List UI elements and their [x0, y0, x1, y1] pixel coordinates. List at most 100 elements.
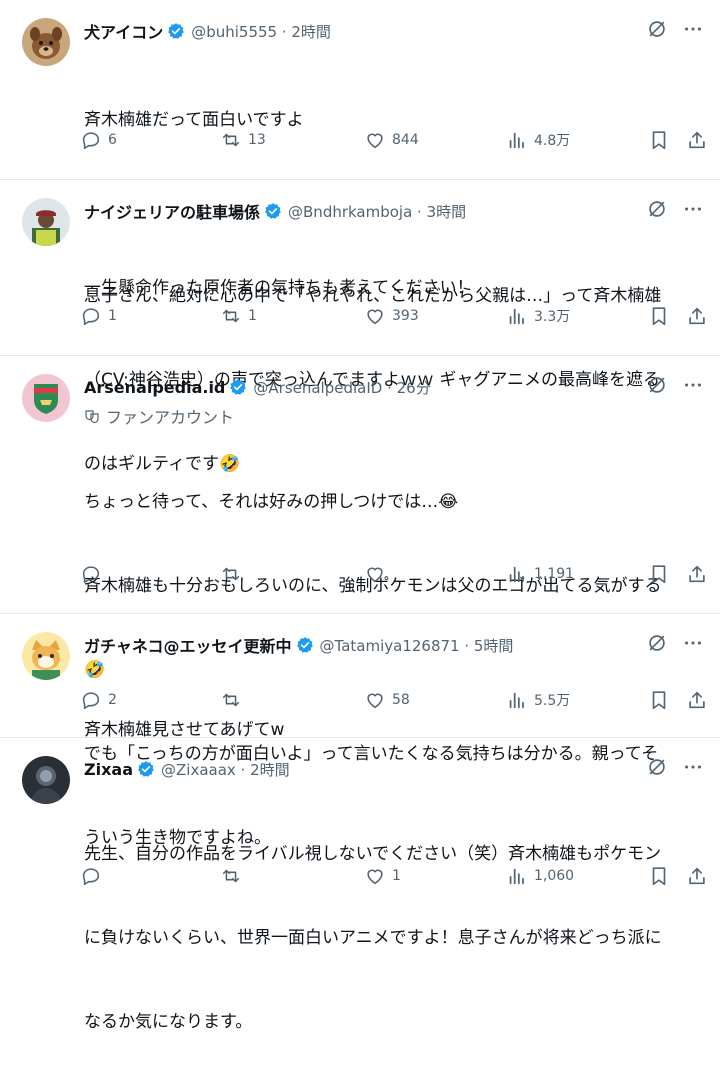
- bookmark-icon: [652, 691, 666, 710]
- reply-icon: [82, 132, 100, 150]
- bookmark-icon: [652, 565, 666, 584]
- bookmark-button[interactable]: [648, 304, 670, 328]
- bookmark-icon: [652, 867, 666, 886]
- reply-button[interactable]: 6: [80, 128, 117, 152]
- bookmark-button[interactable]: [648, 864, 670, 888]
- views-button[interactable]: 1,060: [506, 864, 574, 888]
- fan-account-text: ファンアカウント: [106, 408, 235, 427]
- avatar[interactable]: [22, 632, 70, 680]
- share-button[interactable]: [686, 864, 708, 888]
- reply-button[interactable]: 1: [80, 304, 117, 328]
- reply-icon: [82, 868, 100, 886]
- views-chart-icon: [509, 132, 524, 149]
- views-button[interactable]: 4.8万: [506, 128, 570, 152]
- display-name[interactable]: Zixaa: [84, 760, 133, 779]
- like-count: 1: [392, 868, 401, 884]
- display-name[interactable]: Arsenalpedia.id: [84, 378, 225, 397]
- share-button[interactable]: [686, 688, 708, 712]
- post-text-line: に負けないくらい、世界一面白いアニメですよ！息子さんが将来どっち派に: [84, 928, 662, 948]
- more-options-icon[interactable]: [682, 756, 704, 778]
- verified-badge-icon: [168, 23, 185, 39]
- avatar[interactable]: [22, 198, 70, 246]
- display-name[interactable]: 犬アイコン: [84, 19, 163, 43]
- grok-icon[interactable]: [646, 632, 668, 654]
- post-text-line: 斉木楠雄も十分おもしろいのに、強制ポケモンは父のエゴが出てる気がする: [84, 576, 662, 596]
- post[interactable]: ナイジェリアの駐車場係 @Bndhrkamboja · 3時間 息子さん、絶対に…: [0, 180, 720, 474]
- repost-icon: [222, 567, 240, 581]
- avatar[interactable]: [22, 18, 70, 66]
- share-button[interactable]: [686, 562, 708, 586]
- share-button[interactable]: [686, 128, 708, 152]
- repost-button[interactable]: [220, 864, 248, 888]
- more-options-icon[interactable]: [682, 374, 704, 396]
- handle-and-time[interactable]: @Zixaaax · 2時間: [161, 759, 290, 780]
- repost-button[interactable]: [220, 688, 248, 712]
- post[interactable]: ガチャネコ@エッセイ更新中 @Tatamiya126871 · 5時間 斉木楠雄…: [0, 614, 720, 740]
- repost-button[interactable]: 1: [220, 304, 257, 328]
- view-count: 4.8万: [534, 133, 571, 149]
- handle-and-time[interactable]: @Tatamiya126871 · 5時間: [320, 635, 514, 656]
- reply-button[interactable]: [80, 562, 108, 586]
- repost-icon: [222, 133, 240, 147]
- dark-avatar-icon: [22, 756, 70, 804]
- bookmark-button[interactable]: [648, 688, 670, 712]
- avatar[interactable]: [22, 756, 70, 804]
- more-options-icon[interactable]: [682, 18, 704, 40]
- share-icon: [689, 131, 705, 149]
- reply-count: 1: [108, 308, 117, 324]
- view-count: 1,060: [534, 868, 575, 884]
- like-count: 58: [392, 692, 410, 708]
- bookmark-button[interactable]: [648, 562, 670, 586]
- post-text: 先生、自分の作品をライバル視しないでください（笑）斉木楠雄もポケモン に負けない…: [84, 784, 700, 1092]
- post[interactable]: 犬アイコン @buhi5555 · 2時間 斉木楠雄だって面白いですよ 一生懸命…: [0, 0, 720, 298]
- theater-masks-icon: [85, 410, 99, 424]
- cat-avatar-icon: [22, 632, 70, 680]
- handle-and-time[interactable]: @ArsenalpediaID · 26分: [253, 377, 430, 398]
- share-icon: [689, 565, 705, 583]
- share-button[interactable]: [686, 304, 708, 328]
- handle-and-time[interactable]: @buhi5555 · 2時間: [191, 21, 331, 42]
- like-button[interactable]: 1: [364, 864, 401, 888]
- bookmark-icon: [652, 131, 666, 150]
- more-options-icon[interactable]: [682, 198, 704, 220]
- reply-button[interactable]: [80, 864, 108, 888]
- reply-icon: [82, 566, 100, 584]
- grok-icon[interactable]: [646, 198, 668, 220]
- views-button[interactable]: 5.5万: [506, 688, 570, 712]
- views-chart-icon: [509, 566, 524, 583]
- heart-icon: [367, 693, 383, 709]
- reply-count: 2: [108, 692, 117, 708]
- share-icon: [689, 307, 705, 325]
- bookmark-button[interactable]: [648, 128, 670, 152]
- like-button[interactable]: [364, 562, 392, 586]
- repost-icon: [222, 869, 240, 883]
- heart-icon: [367, 567, 383, 583]
- repost-button[interactable]: 13: [220, 128, 266, 152]
- post[interactable]: Arsenalpedia.id @ArsenalpediaID · 26分 ファ…: [0, 356, 720, 848]
- view-count: 1,191: [534, 566, 575, 582]
- handle-and-time[interactable]: @Bndhrkamboja · 3時間: [288, 201, 466, 222]
- views-button[interactable]: 1,191: [506, 562, 574, 586]
- repost-icon: [222, 309, 240, 323]
- verified-badge-icon: [296, 637, 313, 653]
- more-options-icon[interactable]: [682, 632, 704, 654]
- repost-button[interactable]: [220, 562, 248, 586]
- avatar[interactable]: [22, 374, 70, 422]
- dog-avatar-icon: [22, 18, 70, 66]
- repost-count: 1: [248, 308, 257, 324]
- verified-badge-icon: [265, 203, 281, 219]
- arsenal-crest-avatar-icon: [22, 374, 70, 422]
- display-name[interactable]: ナイジェリアの駐車場係: [84, 199, 260, 223]
- post[interactable]: Zixaa @Zixaaax · 2時間 先生、自分の作品をライバル視しないでく…: [0, 738, 720, 1032]
- grok-icon[interactable]: [646, 756, 668, 778]
- display-name[interactable]: ガチャネコ@エッセイ更新中: [84, 633, 292, 657]
- like-button[interactable]: 844: [364, 128, 419, 152]
- views-button[interactable]: 3.3万: [506, 304, 570, 328]
- like-button[interactable]: 393: [364, 304, 419, 328]
- grok-icon[interactable]: [646, 374, 668, 396]
- reply-button[interactable]: 2: [80, 688, 117, 712]
- post-text-line: ちょっと待って、それは好みの押しつけでは…😂: [84, 492, 459, 512]
- like-button[interactable]: 58: [364, 688, 410, 712]
- verified-badge-icon: [230, 379, 247, 395]
- grok-icon[interactable]: [646, 18, 668, 40]
